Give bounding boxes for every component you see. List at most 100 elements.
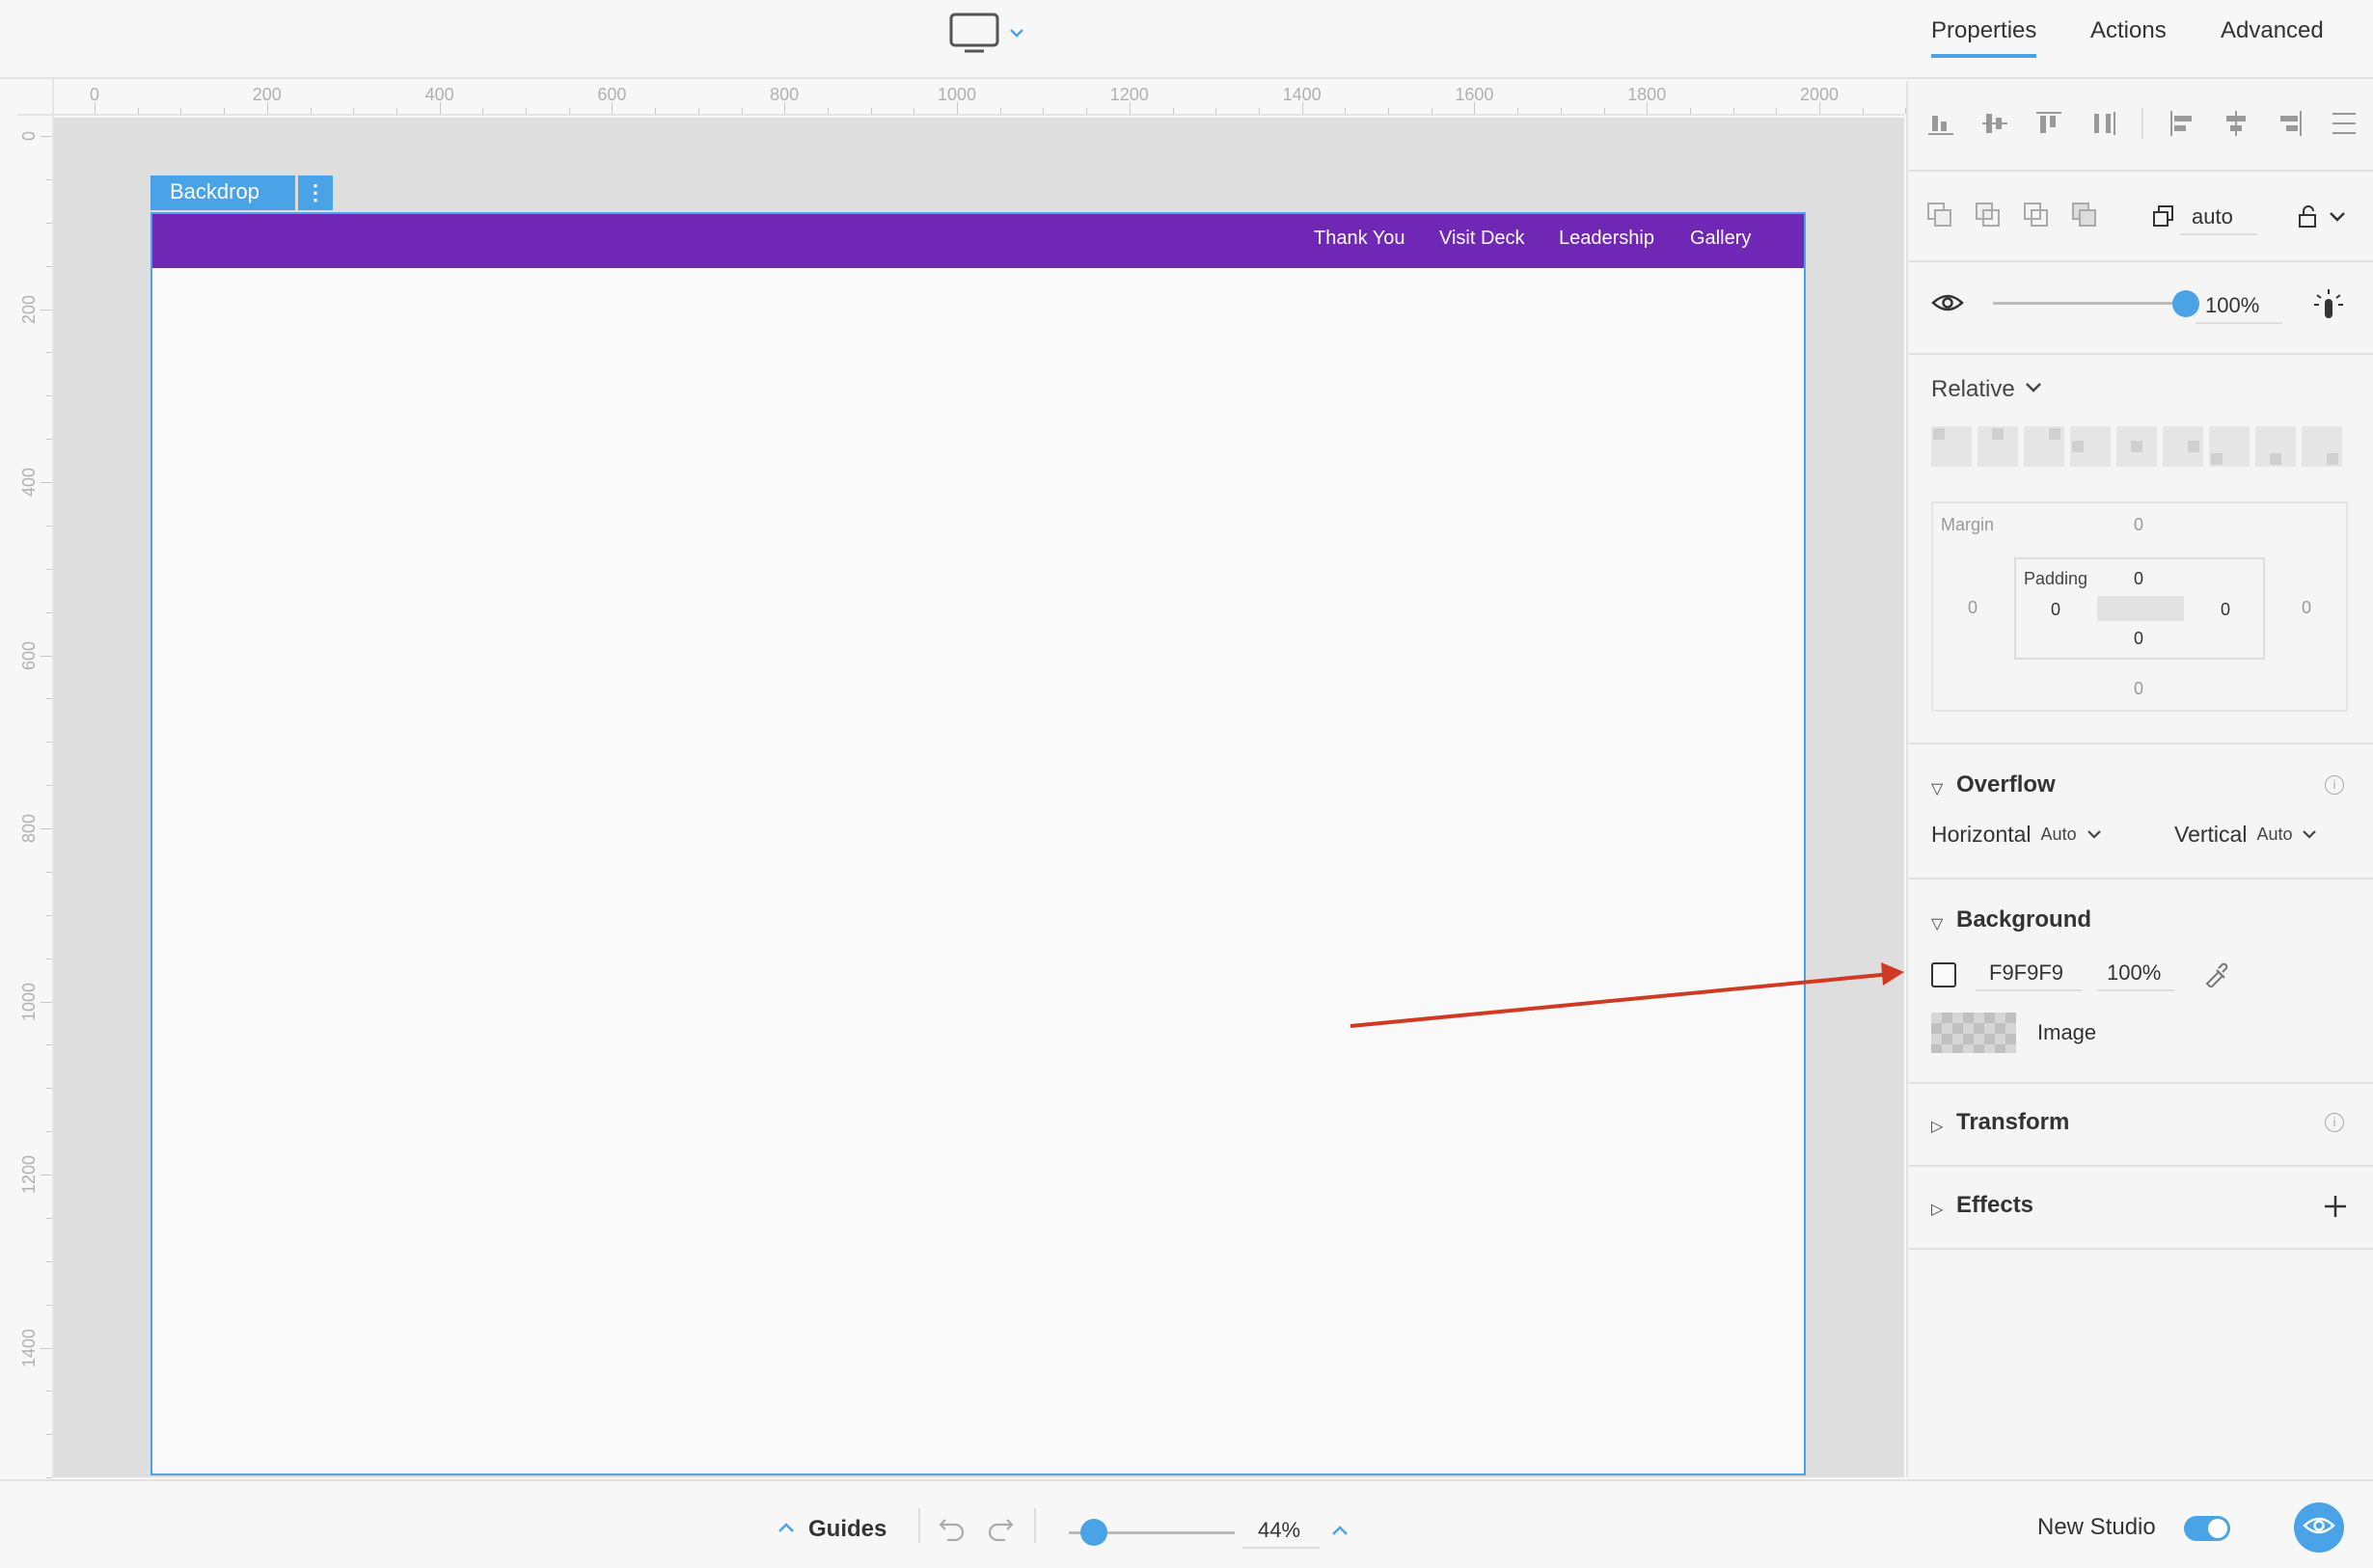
tab-properties[interactable]: Properties [1931,17,2037,58]
ruler-h-tick [137,108,139,114]
ruler-h-tick [353,108,355,114]
tab-advanced[interactable]: Advanced [2221,17,2324,54]
margin-bottom-input[interactable]: 0 [2134,679,2143,699]
distribute-horizontal-icon[interactable] [2329,108,2359,144]
ruler-v-tick [41,1001,52,1003]
margin-top-input[interactable]: 0 [2134,515,2143,535]
anchor-middle-center[interactable] [2116,426,2157,467]
info-icon[interactable]: i [2325,775,2344,795]
guides-toggle[interactable]: Guides [777,1516,886,1543]
nav-link-leadership[interactable]: Leadership [1559,228,1654,250]
transform-section-title[interactable]: Transform [1956,1109,2069,1136]
chevron-down-icon [2087,826,2102,844]
background-image-label[interactable]: Image [2037,1020,2096,1045]
ruler-h-tick [1517,108,1519,114]
collapse-triangle-icon[interactable]: ▽ [1931,779,1943,798]
distribute-vertical-icon[interactable] [2087,108,2118,144]
margin-left-input[interactable]: 0 [1968,598,1978,618]
opacity-input[interactable]: 100% [2196,289,2282,324]
padding-bottom-input[interactable]: 0 [2134,629,2143,649]
anchor-top-right[interactable] [2024,426,2064,467]
overflow-horizontal-label: Horizontal [1931,822,2032,847]
ruler-v-tick [41,1347,52,1349]
expand-triangle-icon[interactable]: ▷ [1931,1200,1943,1219]
background-section-title[interactable]: Background [1956,906,2091,933]
interaction-pointer-icon[interactable] [2311,287,2346,327]
overflow-section-title[interactable]: Overflow [1956,771,2056,798]
ruler-h-tick [1689,108,1691,114]
ruler-h-tick [1603,108,1605,114]
chevron-up-icon[interactable] [1331,1524,1349,1541]
ruler-h-tick [1215,108,1217,114]
overflow-vertical-select[interactable]: Vertical Auto [2174,822,2317,848]
background-image-thumbnail[interactable] [1931,1013,2016,1053]
padding-top-input[interactable]: 0 [2134,569,2143,589]
redo-icon[interactable] [986,1514,1015,1546]
send-to-back-icon[interactable] [2070,201,2099,234]
element-tag[interactable]: Backdrop ⋮ [150,176,333,210]
opacity-slider[interactable] [1993,290,2199,317]
overflow-horizontal-select[interactable]: Horizontal Auto [1931,822,2102,848]
box-model-editor: Margin 0 0 0 0 Padding 0 0 0 0 [1931,501,2348,712]
align-left-icon[interactable] [2167,108,2197,144]
ruler-h-tick [1043,108,1045,114]
eye-icon[interactable] [1931,291,1964,319]
ruler-v-label: 800 [19,813,39,843]
top-toolbar: Properties Actions Advanced [0,0,2373,79]
align-top-icon[interactable] [2033,108,2064,144]
ruler-v-tick [46,1217,52,1219]
margin-label: Margin [1941,515,1995,534]
nav-link-thank-you[interactable]: Thank You [1314,228,1405,250]
canvas-area[interactable]: Backdrop ⋮ Thank You Visit Deck Leadersh… [54,118,1904,1477]
eyedropper-icon[interactable] [2203,960,2230,992]
backdrop-frame[interactable]: Thank You Visit Deck Leadership Gallery [150,212,1806,1475]
chevron-down-icon[interactable] [2329,210,2346,228]
nav-link-gallery[interactable]: Gallery [1690,228,1751,250]
effects-section-title[interactable]: Effects [1956,1192,2033,1219]
padding-left-input[interactable]: 0 [2051,600,2060,620]
preview-button[interactable] [2294,1502,2344,1553]
bottom-toolbar: Guides 44% New Studio [0,1479,2373,1568]
collapse-triangle-icon[interactable]: ▽ [1931,914,1943,933]
align-center-icon[interactable] [2221,108,2251,144]
kebab-menu-icon[interactable]: ⋮ [298,176,333,210]
info-icon[interactable]: i [2325,1113,2344,1132]
guides-label: Guides [808,1516,887,1542]
ruler-h-tick [697,108,699,114]
anchor-middle-left[interactable] [2070,426,2111,467]
bring-to-front-icon[interactable] [1974,201,2003,234]
new-studio-label: New Studio [2037,1514,2156,1540]
z-index-input[interactable]: auto [2180,201,2257,235]
align-right-icon[interactable] [2275,108,2305,144]
anchor-top-left[interactable] [1931,426,1972,467]
zoom-slider-thumb[interactable] [1079,1519,1107,1546]
tab-actions[interactable]: Actions [2090,17,2167,54]
bring-forward-icon[interactable] [1925,201,1954,234]
zoom-input[interactable]: 44% [1242,1516,1320,1549]
background-opacity-input[interactable]: 100% [2097,959,2174,991]
align-bottom-icon[interactable] [1925,108,1956,144]
anchor-middle-right[interactable] [2163,426,2203,467]
align-middle-icon[interactable] [1979,108,2010,144]
new-studio-toggle[interactable] [2184,1516,2230,1541]
anchor-top-center[interactable] [1978,426,2018,467]
undo-icon[interactable] [938,1514,967,1546]
nav-link-visit-deck[interactable]: Visit Deck [1439,228,1525,250]
send-backward-icon[interactable] [2022,201,2051,234]
ruler-v-label: 600 [19,640,39,670]
annotation-arrow [1350,962,1904,1028]
anchor-bottom-right[interactable] [2302,426,2342,467]
add-effect-icon[interactable] [2323,1194,2348,1224]
device-selector[interactable] [949,12,1030,58]
padding-right-input[interactable]: 0 [2221,600,2230,620]
position-mode-select[interactable]: Relative [1931,376,2042,403]
expand-triangle-icon[interactable]: ▷ [1931,1117,1943,1136]
zoom-slider[interactable] [1069,1519,1235,1546]
lock-icon[interactable] [2296,204,2321,234]
background-color-input[interactable]: F9F9F9 [1976,959,2082,991]
element-name-label[interactable]: Backdrop [150,176,295,210]
background-color-swatch[interactable] [1931,962,1956,987]
margin-right-input[interactable]: 0 [2302,598,2311,618]
anchor-bottom-center[interactable] [2255,426,2296,467]
anchor-bottom-left[interactable] [2209,426,2250,467]
